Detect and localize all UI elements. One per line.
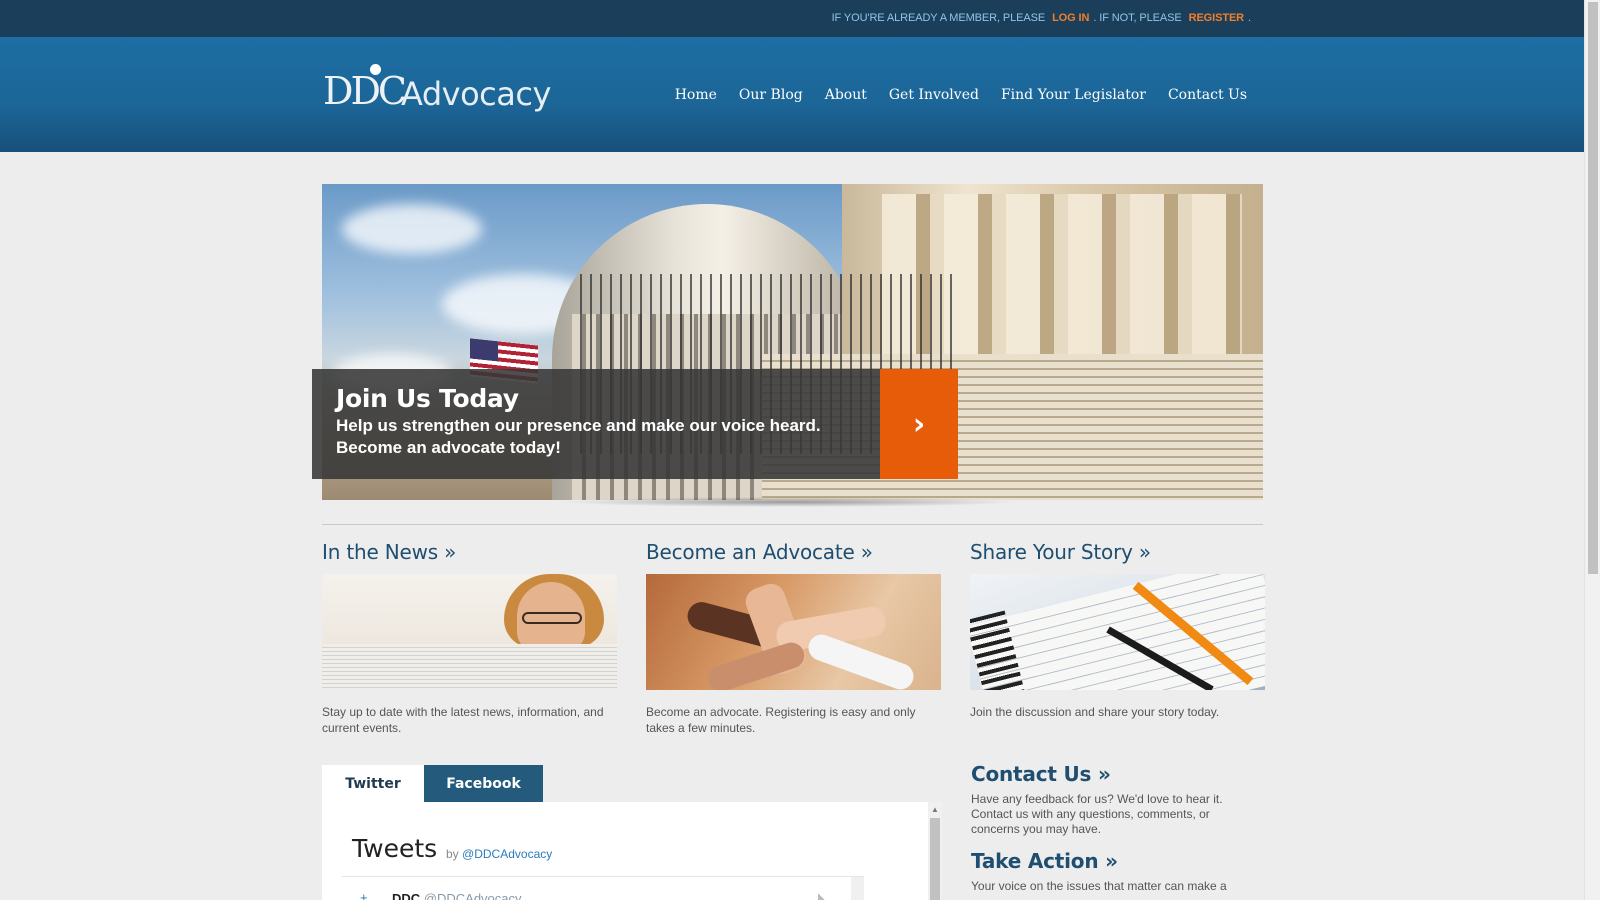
- feature-share-story: Share Your Story » Join the discussion a…: [970, 540, 1265, 720]
- site-header: DDC Advocacy Home Our Blog About Get Inv…: [0, 37, 1584, 152]
- logo-advocacy-text: Advocacy: [401, 75, 551, 113]
- tweet-list-scrollbar[interactable]: [851, 877, 864, 900]
- chevron-right-icon: ›: [912, 406, 926, 442]
- member-message-middle: . IF NOT, PLEASE: [1093, 12, 1182, 24]
- cloud: [342, 204, 482, 254]
- join-text-line1: Help us strengthen our presence and make…: [336, 416, 821, 435]
- news-reader-image[interactable]: [322, 574, 617, 690]
- feature-become-advocate: Become an Advocate » Become an advocate.…: [646, 540, 941, 736]
- main-nav: Home Our Blog About Get Involved Find Yo…: [675, 87, 1247, 103]
- tweets-by: by @DDCAdvocacy: [446, 847, 552, 861]
- sidebar: Contact Us » Have any feedback for us? W…: [971, 762, 1241, 894]
- share-story-link[interactable]: Share Your Story »: [970, 540, 1265, 564]
- twitter-feed-panel: Tweets by @DDCAdvocacy + DDC @DDCAdvocac…: [322, 802, 942, 900]
- become-advocate-link[interactable]: Become an Advocate »: [646, 540, 941, 564]
- hero-shadow: [560, 497, 1020, 507]
- in-the-news-link[interactable]: In the News »: [322, 540, 617, 564]
- join-text-line2: Become an advocate today!: [336, 438, 561, 457]
- tweet-author-handle: @DDCAdvocacy: [423, 891, 522, 900]
- in-the-news-text: Stay up to date with the latest news, in…: [322, 705, 604, 735]
- join-title: Join Us Today: [336, 384, 519, 413]
- notebook-pencil-image[interactable]: [970, 574, 1265, 690]
- feature-in-the-news: In the News » Stay up to date with the l…: [322, 540, 617, 736]
- page-scrollbar[interactable]: [1584, 0, 1600, 900]
- member-message-suffix: .: [1248, 12, 1251, 24]
- nav-find-your-legislator[interactable]: Find Your Legislator: [1001, 87, 1146, 103]
- logo-ddc-text: DDC: [323, 69, 407, 113]
- tweet-author-name: DDC: [392, 891, 421, 900]
- ddc-advocacy-logo[interactable]: DDC Advocacy: [323, 61, 553, 121]
- nav-about[interactable]: About: [825, 87, 867, 103]
- tab-twitter[interactable]: Twitter: [322, 765, 424, 802]
- top-bar: IF YOU'RE ALREADY A MEMBER, PLEASE LOG I…: [0, 0, 1584, 37]
- member-message: IF YOU'RE ALREADY A MEMBER, PLEASE LOG I…: [831, 12, 1252, 24]
- feed-scrollbar[interactable]: ▲: [928, 802, 942, 900]
- join-callout: Join Us Today Help us strengthen our pre…: [312, 369, 880, 479]
- tweets-title: Tweets: [352, 834, 438, 863]
- page-scrollbar-thumb[interactable]: [1588, 2, 1598, 574]
- contact-us-link[interactable]: Contact Us »: [971, 762, 1241, 786]
- feed-scrollbar-thumb[interactable]: [930, 818, 940, 900]
- tweet-separator: [342, 876, 864, 877]
- nav-get-involved[interactable]: Get Involved: [889, 87, 979, 103]
- tab-facebook[interactable]: Facebook: [424, 765, 543, 802]
- nav-our-blog[interactable]: Our Blog: [739, 87, 803, 103]
- tweets-handle-link[interactable]: @DDCAdvocacy: [462, 847, 552, 861]
- newspaper: [322, 644, 617, 690]
- become-advocate-text: Become an advocate. Registering is easy …: [646, 705, 916, 735]
- join-arrow-button[interactable]: ›: [880, 369, 958, 479]
- tweet-author[interactable]: DDC @DDCAdvocacy: [392, 891, 522, 900]
- member-message-prefix: IF YOU'RE ALREADY A MEMBER, PLEASE: [831, 12, 1046, 24]
- scroll-up-icon[interactable]: ▲: [931, 805, 939, 814]
- stacked-hands-image[interactable]: [646, 574, 941, 690]
- tweet-avatar-icon: +: [360, 890, 368, 900]
- login-link[interactable]: LOG IN: [1052, 12, 1089, 24]
- section-divider: [322, 524, 1263, 525]
- hand: [804, 630, 918, 690]
- nav-contact-us[interactable]: Contact Us: [1168, 87, 1247, 103]
- twitter-bird-icon: ◣: [818, 890, 828, 900]
- register-link[interactable]: REGISTER: [1189, 12, 1245, 24]
- share-story-text: Join the discussion and share your story…: [970, 705, 1220, 719]
- social-tabs: Twitter Facebook: [322, 765, 543, 802]
- take-action-link[interactable]: Take Action »: [971, 849, 1241, 873]
- tweets-by-label: by: [446, 847, 459, 861]
- nav-home[interactable]: Home: [675, 87, 717, 103]
- contact-us-text: Have any feedback for us? We'd love to h…: [971, 792, 1223, 836]
- logo-dot: [370, 64, 381, 75]
- hand: [704, 639, 808, 690]
- take-action-text: Your voice on the issues that matter can…: [971, 879, 1227, 893]
- glasses: [522, 612, 582, 624]
